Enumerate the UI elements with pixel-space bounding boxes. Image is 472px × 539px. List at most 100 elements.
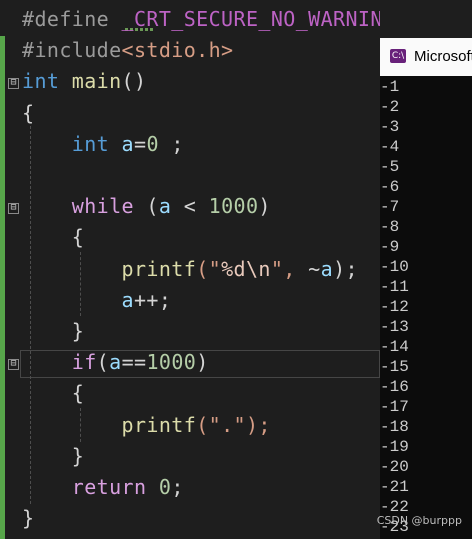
code-token: a: [121, 131, 134, 156]
code-token: (: [133, 194, 159, 219]
code-token: %d\n: [221, 256, 271, 281]
code-token: ;: [158, 131, 184, 156]
code-token: int: [71, 131, 110, 156]
console-output-line: -16: [380, 378, 409, 396]
console-output: -1 -2 -3 -4 -5 -6 -7 -8 -9 -10 -11 -12 -13 -14 -15 -16 -…: [380, 76, 472, 539]
code-token: printf: [121, 412, 197, 437]
code-line[interactable]: #define _CRT_SECURE_NO_WARNINGS 1;: [22, 4, 380, 34]
code-token: (".");: [196, 412, 271, 437]
console-app-icon: C:\: [390, 49, 406, 63]
code-line[interactable]: return 0;: [22, 472, 184, 502]
code-token: return: [71, 475, 147, 499]
code-token: if: [71, 350, 97, 375]
console-output-line: -3: [380, 118, 400, 136]
console-output-line: -9: [380, 238, 400, 256]
code-token: }: [22, 319, 85, 343]
code-line[interactable]: a++;: [22, 285, 171, 315]
console-output-line: -6: [380, 178, 400, 196]
code-token: 0: [158, 475, 172, 499]
code-token: );: [333, 256, 358, 281]
console-output-line: -20: [380, 458, 409, 476]
code-token: (): [121, 69, 147, 94]
code-line[interactable]: }: [22, 316, 84, 346]
code-token: (: [96, 350, 110, 375]
code-line[interactable]: {: [22, 98, 34, 128]
code-token: ): [258, 194, 271, 219]
code-token: {: [22, 100, 35, 125]
console-output-line: -8: [380, 218, 400, 236]
code-line[interactable]: if(a==1000): [22, 347, 209, 377]
code-token: printf: [121, 256, 197, 281]
code-token: ++;: [133, 287, 172, 312]
code-token: while: [71, 194, 134, 219]
console-output-line: -14: [380, 338, 409, 356]
code-line[interactable]: int main(): [22, 66, 146, 96]
console-output-line: -1: [380, 78, 400, 96]
code-token: ): [196, 350, 209, 375]
code-token: ~: [308, 256, 321, 281]
code-token: a: [121, 287, 134, 312]
code-token: a: [109, 350, 122, 375]
console-output-line: -15: [380, 358, 409, 376]
code-token: ;: [171, 475, 184, 499]
code-line[interactable]: int a=0 ;: [22, 129, 184, 159]
console-titlebar[interactable]: C:\ Microsoft Visual Studio Debug Consol…: [380, 38, 472, 76]
code-token: a: [158, 194, 172, 219]
code-line[interactable]: while (a < 1000): [22, 191, 271, 221]
console-output-line: -5: [380, 158, 400, 176]
code-line[interactable]: #include<stdio.h>: [22, 35, 234, 65]
collapse-main-icon[interactable]: ⊟: [8, 78, 19, 89]
code-token: ==: [121, 350, 147, 375]
code-line[interactable]: {: [22, 222, 84, 252]
code-line[interactable]: {: [22, 378, 84, 408]
code-token: (": [196, 256, 222, 281]
console-output-line: -7: [380, 198, 400, 216]
code-token: <stdio.h>: [121, 38, 234, 63]
console-output-line: -18: [380, 418, 409, 436]
debug-console-window[interactable]: C:\ Microsoft Visual Studio Debug Consol…: [380, 38, 472, 539]
console-output-line: -10: [380, 258, 409, 276]
console-output-line: -13: [380, 318, 409, 336]
console-output-line: -12: [380, 298, 409, 316]
code-token: }: [22, 506, 35, 531]
code-line[interactable]: }: [22, 503, 34, 533]
code-token: ",: [270, 256, 309, 281]
watermark: CSDN @burppp: [376, 514, 462, 527]
collapse-if-icon[interactable]: ⊟: [8, 359, 19, 370]
code-token: }: [22, 443, 85, 468]
code-token: 1000: [208, 194, 259, 219]
console-output-line: -2: [380, 98, 400, 116]
code-token: =: [134, 131, 147, 156]
console-output-line: -17: [380, 398, 409, 416]
code-token: a: [320, 256, 334, 281]
code-line[interactable]: }: [22, 441, 84, 471]
code-token: <: [171, 194, 209, 219]
code-token: main: [71, 69, 122, 94]
code-token: 1000: [146, 350, 197, 375]
code-token: 0: [146, 131, 159, 156]
console-output-line: -11: [380, 278, 409, 296]
code-token: {: [22, 225, 85, 250]
collapse-while-icon[interactable]: ⊟: [8, 203, 19, 214]
console-output-line: -19: [380, 438, 409, 456]
code-token: int: [22, 69, 60, 94]
code-token: #define: [22, 7, 122, 31]
code-line[interactable]: printf("%d\n", ~a);: [22, 254, 358, 284]
code-line[interactable]: printf(".");: [22, 410, 271, 440]
code-token: #include: [22, 38, 122, 63]
code-token: {: [22, 381, 85, 406]
code-token: _CRT_SECURE_NO_WARNINGS: [121, 7, 380, 31]
console-title: Microsoft Visual Studio Debug Console: [414, 48, 472, 65]
code-editor[interactable]: #define _CRT_SECURE_NO_WARNINGS 1;#inclu…: [0, 0, 380, 539]
change-tracking-bar: [0, 36, 5, 539]
